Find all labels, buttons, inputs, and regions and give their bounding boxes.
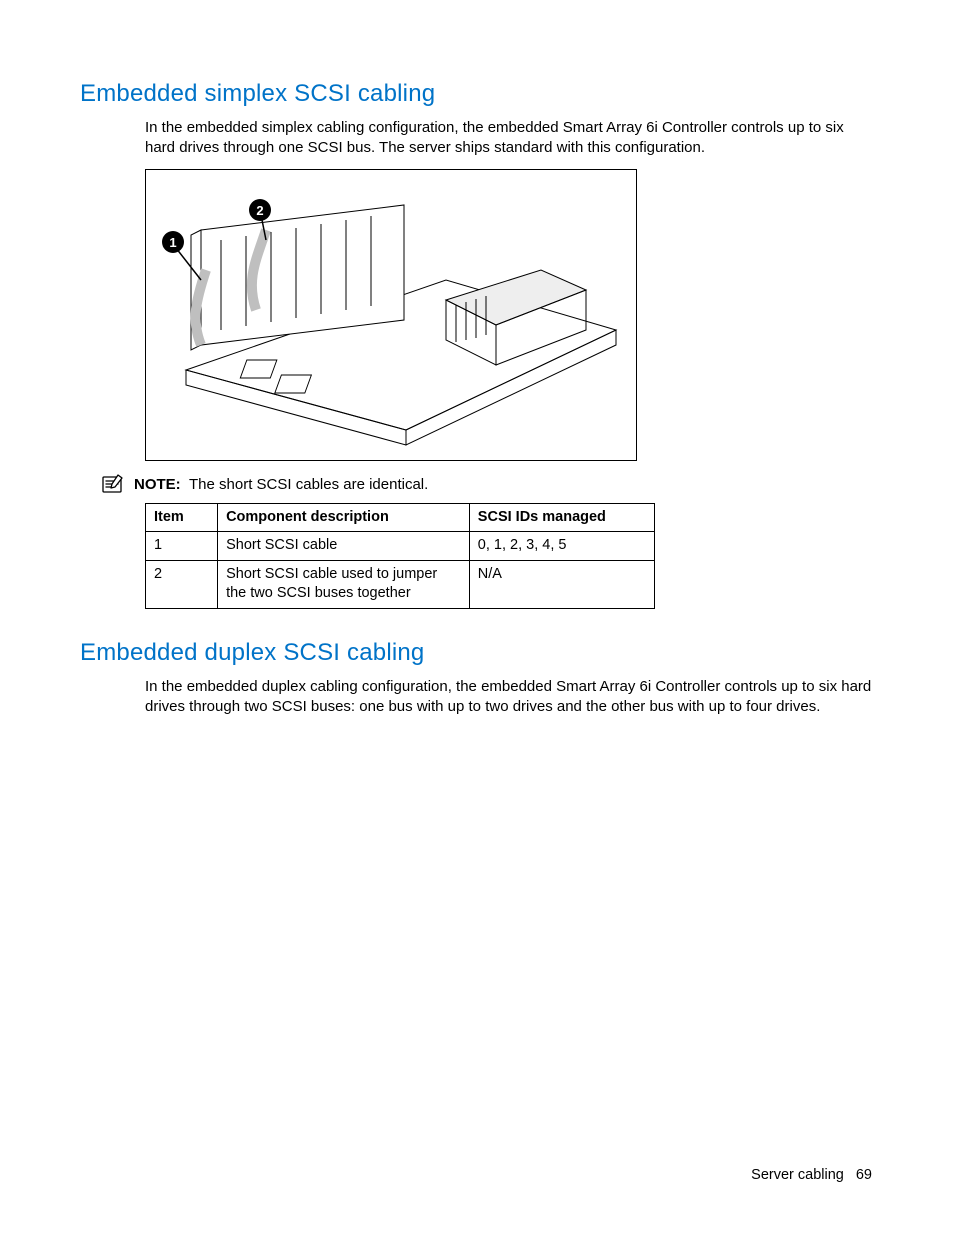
th-ids: SCSI IDs managed xyxy=(469,503,654,532)
table-header-row: Item Component description SCSI IDs mana… xyxy=(146,503,655,532)
svg-text:2: 2 xyxy=(256,203,263,218)
th-item: Item xyxy=(146,503,218,532)
cell-ids: 0, 1, 2, 3, 4, 5 xyxy=(469,532,654,561)
footer-page-number: 69 xyxy=(856,1167,872,1183)
note-label: NOTE: xyxy=(134,476,181,493)
cell-item: 1 xyxy=(146,532,218,561)
note-icon xyxy=(100,473,126,495)
component-table: Item Component description SCSI IDs mana… xyxy=(145,503,655,609)
simplex-body: In the embedded simplex cabling configur… xyxy=(145,118,874,461)
cell-desc: Short SCSI cable xyxy=(218,532,470,561)
page: Embedded simplex SCSI cabling In the emb… xyxy=(0,0,954,1235)
heading-simplex: Embedded simplex SCSI cabling xyxy=(80,80,874,108)
board-illustration: 1 2 xyxy=(146,170,636,460)
note-row: NOTE: The short SCSI cables are identica… xyxy=(100,473,874,495)
table-row: 2 Short SCSI cable used to jumper the tw… xyxy=(146,560,655,608)
simplex-paragraph: In the embedded simplex cabling configur… xyxy=(145,118,874,159)
footer-section: Server cabling xyxy=(751,1167,844,1183)
heading-duplex: Embedded duplex SCSI cabling xyxy=(80,639,874,667)
table-wrap: Item Component description SCSI IDs mana… xyxy=(145,503,874,609)
th-desc: Component description xyxy=(218,503,470,532)
svg-text:1: 1 xyxy=(169,235,176,250)
simplex-diagram: 1 2 xyxy=(145,169,637,461)
cell-desc: Short SCSI cable used to jumper the two … xyxy=(218,560,470,608)
duplex-paragraph: In the embedded duplex cabling configura… xyxy=(145,677,874,718)
note-body-text: The short SCSI cables are identical. xyxy=(189,476,428,493)
cell-item: 2 xyxy=(146,560,218,608)
note-text: NOTE: The short SCSI cables are identica… xyxy=(134,473,428,495)
duplex-body: In the embedded duplex cabling configura… xyxy=(145,677,874,718)
page-footer: Server cabling 69 xyxy=(751,1167,872,1183)
cell-ids: N/A xyxy=(469,560,654,608)
callout-1: 1 xyxy=(162,231,201,280)
table-row: 1 Short SCSI cable 0, 1, 2, 3, 4, 5 xyxy=(146,532,655,561)
